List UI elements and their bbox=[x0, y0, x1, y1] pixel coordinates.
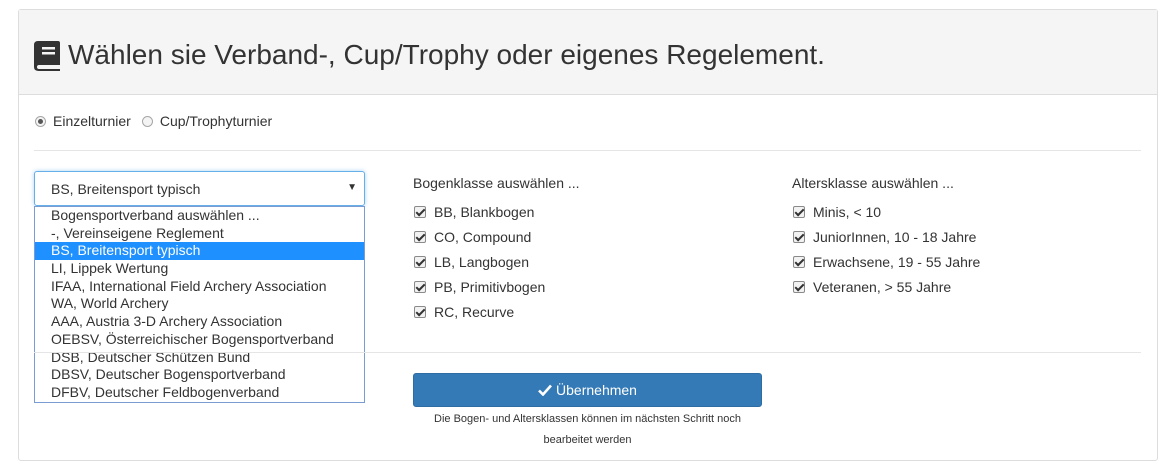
age-class-label: JuniorInnen, 10 - 18 Jahre bbox=[813, 228, 977, 245]
bow-class-label: LB, Langbogen bbox=[434, 253, 529, 270]
submit-hint: Die Bogen- und Altersklassen können im n… bbox=[413, 409, 762, 451]
federation-option[interactable]: OEBSV, Österreichischer Bogensportverban… bbox=[35, 331, 364, 349]
checkbox-pb[interactable] bbox=[414, 280, 426, 293]
checkbox-juniorinnen[interactable] bbox=[793, 230, 805, 243]
federation-select-value: BS, Breitensport typisch bbox=[51, 181, 201, 197]
age-class-label: Minis, < 10 bbox=[813, 203, 882, 220]
checkbox-minis[interactable] bbox=[793, 205, 805, 218]
bow-class-label: PB, Primitivbogen bbox=[434, 278, 546, 295]
bow-class-list: BB, Blankbogen CO, Compound LB, Langboge… bbox=[414, 199, 545, 324]
bow-class-label: BB, Blankbogen bbox=[434, 203, 535, 220]
submit-hint-line1: Die Bogen- und Altersklassen können im n… bbox=[434, 413, 741, 425]
federation-option[interactable]: DFBV, Deutscher Feldbogenverband bbox=[35, 384, 364, 402]
bow-class-item[interactable]: RC, Recurve bbox=[414, 299, 545, 324]
age-class-item[interactable]: Veteranen, > 55 Jahre bbox=[793, 274, 980, 299]
bow-class-item[interactable]: LB, Langbogen bbox=[414, 249, 545, 274]
federation-option[interactable]: Bogensportverband auswählen ... bbox=[35, 207, 364, 225]
chevron-down-icon: ▼ bbox=[347, 182, 357, 193]
bow-class-item[interactable]: CO, Compound bbox=[414, 224, 545, 249]
checkbox-veteranen[interactable] bbox=[793, 280, 805, 293]
age-class-item[interactable]: Erwachsene, 19 - 55 Jahre bbox=[793, 249, 980, 274]
federation-option-selected[interactable]: BS, Breitensport typisch bbox=[35, 242, 364, 261]
submit-hint-line2: bearbeitet werden bbox=[543, 434, 632, 446]
submit-button[interactable]: Übernehmen bbox=[413, 373, 762, 407]
panel-heading: Wählen sie Verband-, Cup/Trophy oder eig… bbox=[19, 10, 1157, 95]
federation-select[interactable]: BS, Breitensport typisch ▼ bbox=[34, 171, 365, 206]
tournament-type-group: Einzelturnier Cup/Trophyturnier bbox=[35, 111, 272, 131]
age-class-label: Erwachsene, 19 - 55 Jahre bbox=[813, 253, 981, 270]
age-class-item[interactable]: JuniorInnen, 10 - 18 Jahre bbox=[793, 224, 980, 249]
book-icon bbox=[34, 41, 60, 71]
radio-einzelturnier[interactable] bbox=[35, 115, 46, 127]
bow-class-label: RC, Recurve bbox=[434, 303, 515, 320]
federation-dropdown-list: Bogensportverband auswählen ... -, Verei… bbox=[34, 206, 365, 403]
checkbox-erwachsene[interactable] bbox=[793, 255, 805, 268]
federation-option[interactable]: -, Vereinseigene Reglement bbox=[35, 225, 364, 243]
age-class-item[interactable]: Minis, < 10 bbox=[793, 199, 980, 224]
bow-class-title: Bogenklasse auswählen ... bbox=[413, 175, 580, 191]
rules-panel: Wählen sie Verband-, Cup/Trophy oder eig… bbox=[18, 9, 1158, 461]
bow-class-item[interactable]: BB, Blankbogen bbox=[414, 199, 545, 224]
check-icon bbox=[538, 384, 553, 396]
federation-option[interactable]: IFAA, International Field Archery Associ… bbox=[35, 278, 364, 296]
submit-button-label: Übernehmen bbox=[556, 382, 637, 398]
radio-cup-trophyturnier-label[interactable]: Cup/Trophyturnier bbox=[160, 113, 272, 129]
age-class-title: Altersklasse auswählen ... bbox=[792, 175, 954, 191]
page-title: Wählen sie Verband-, Cup/Trophy oder eig… bbox=[68, 39, 825, 70]
checkbox-rc[interactable] bbox=[414, 305, 426, 318]
checkbox-bb[interactable] bbox=[414, 205, 426, 218]
radio-cup-trophyturnier[interactable] bbox=[141, 115, 153, 127]
radio-einzelturnier-label[interactable]: Einzelturnier bbox=[53, 113, 131, 129]
divider-top bbox=[34, 150, 1141, 151]
age-class-list: Minis, < 10 JuniorInnen, 10 - 18 Jahre E… bbox=[793, 199, 980, 299]
federation-option[interactable]: AAA, Austria 3-D Archery Association bbox=[35, 313, 364, 331]
federation-option[interactable]: LI, Lippek Wertung bbox=[35, 260, 364, 278]
divider-bottom bbox=[34, 352, 1141, 353]
bow-class-item[interactable]: PB, Primitivbogen bbox=[414, 274, 545, 299]
federation-option[interactable]: WA, World Archery bbox=[35, 295, 364, 313]
checkbox-lb[interactable] bbox=[414, 255, 426, 268]
bow-class-label: CO, Compound bbox=[434, 228, 532, 245]
federation-option[interactable]: DBSV, Deutscher Bogensportverband bbox=[35, 366, 364, 384]
checkbox-co[interactable] bbox=[414, 230, 426, 243]
age-class-label: Veteranen, > 55 Jahre bbox=[813, 278, 952, 295]
